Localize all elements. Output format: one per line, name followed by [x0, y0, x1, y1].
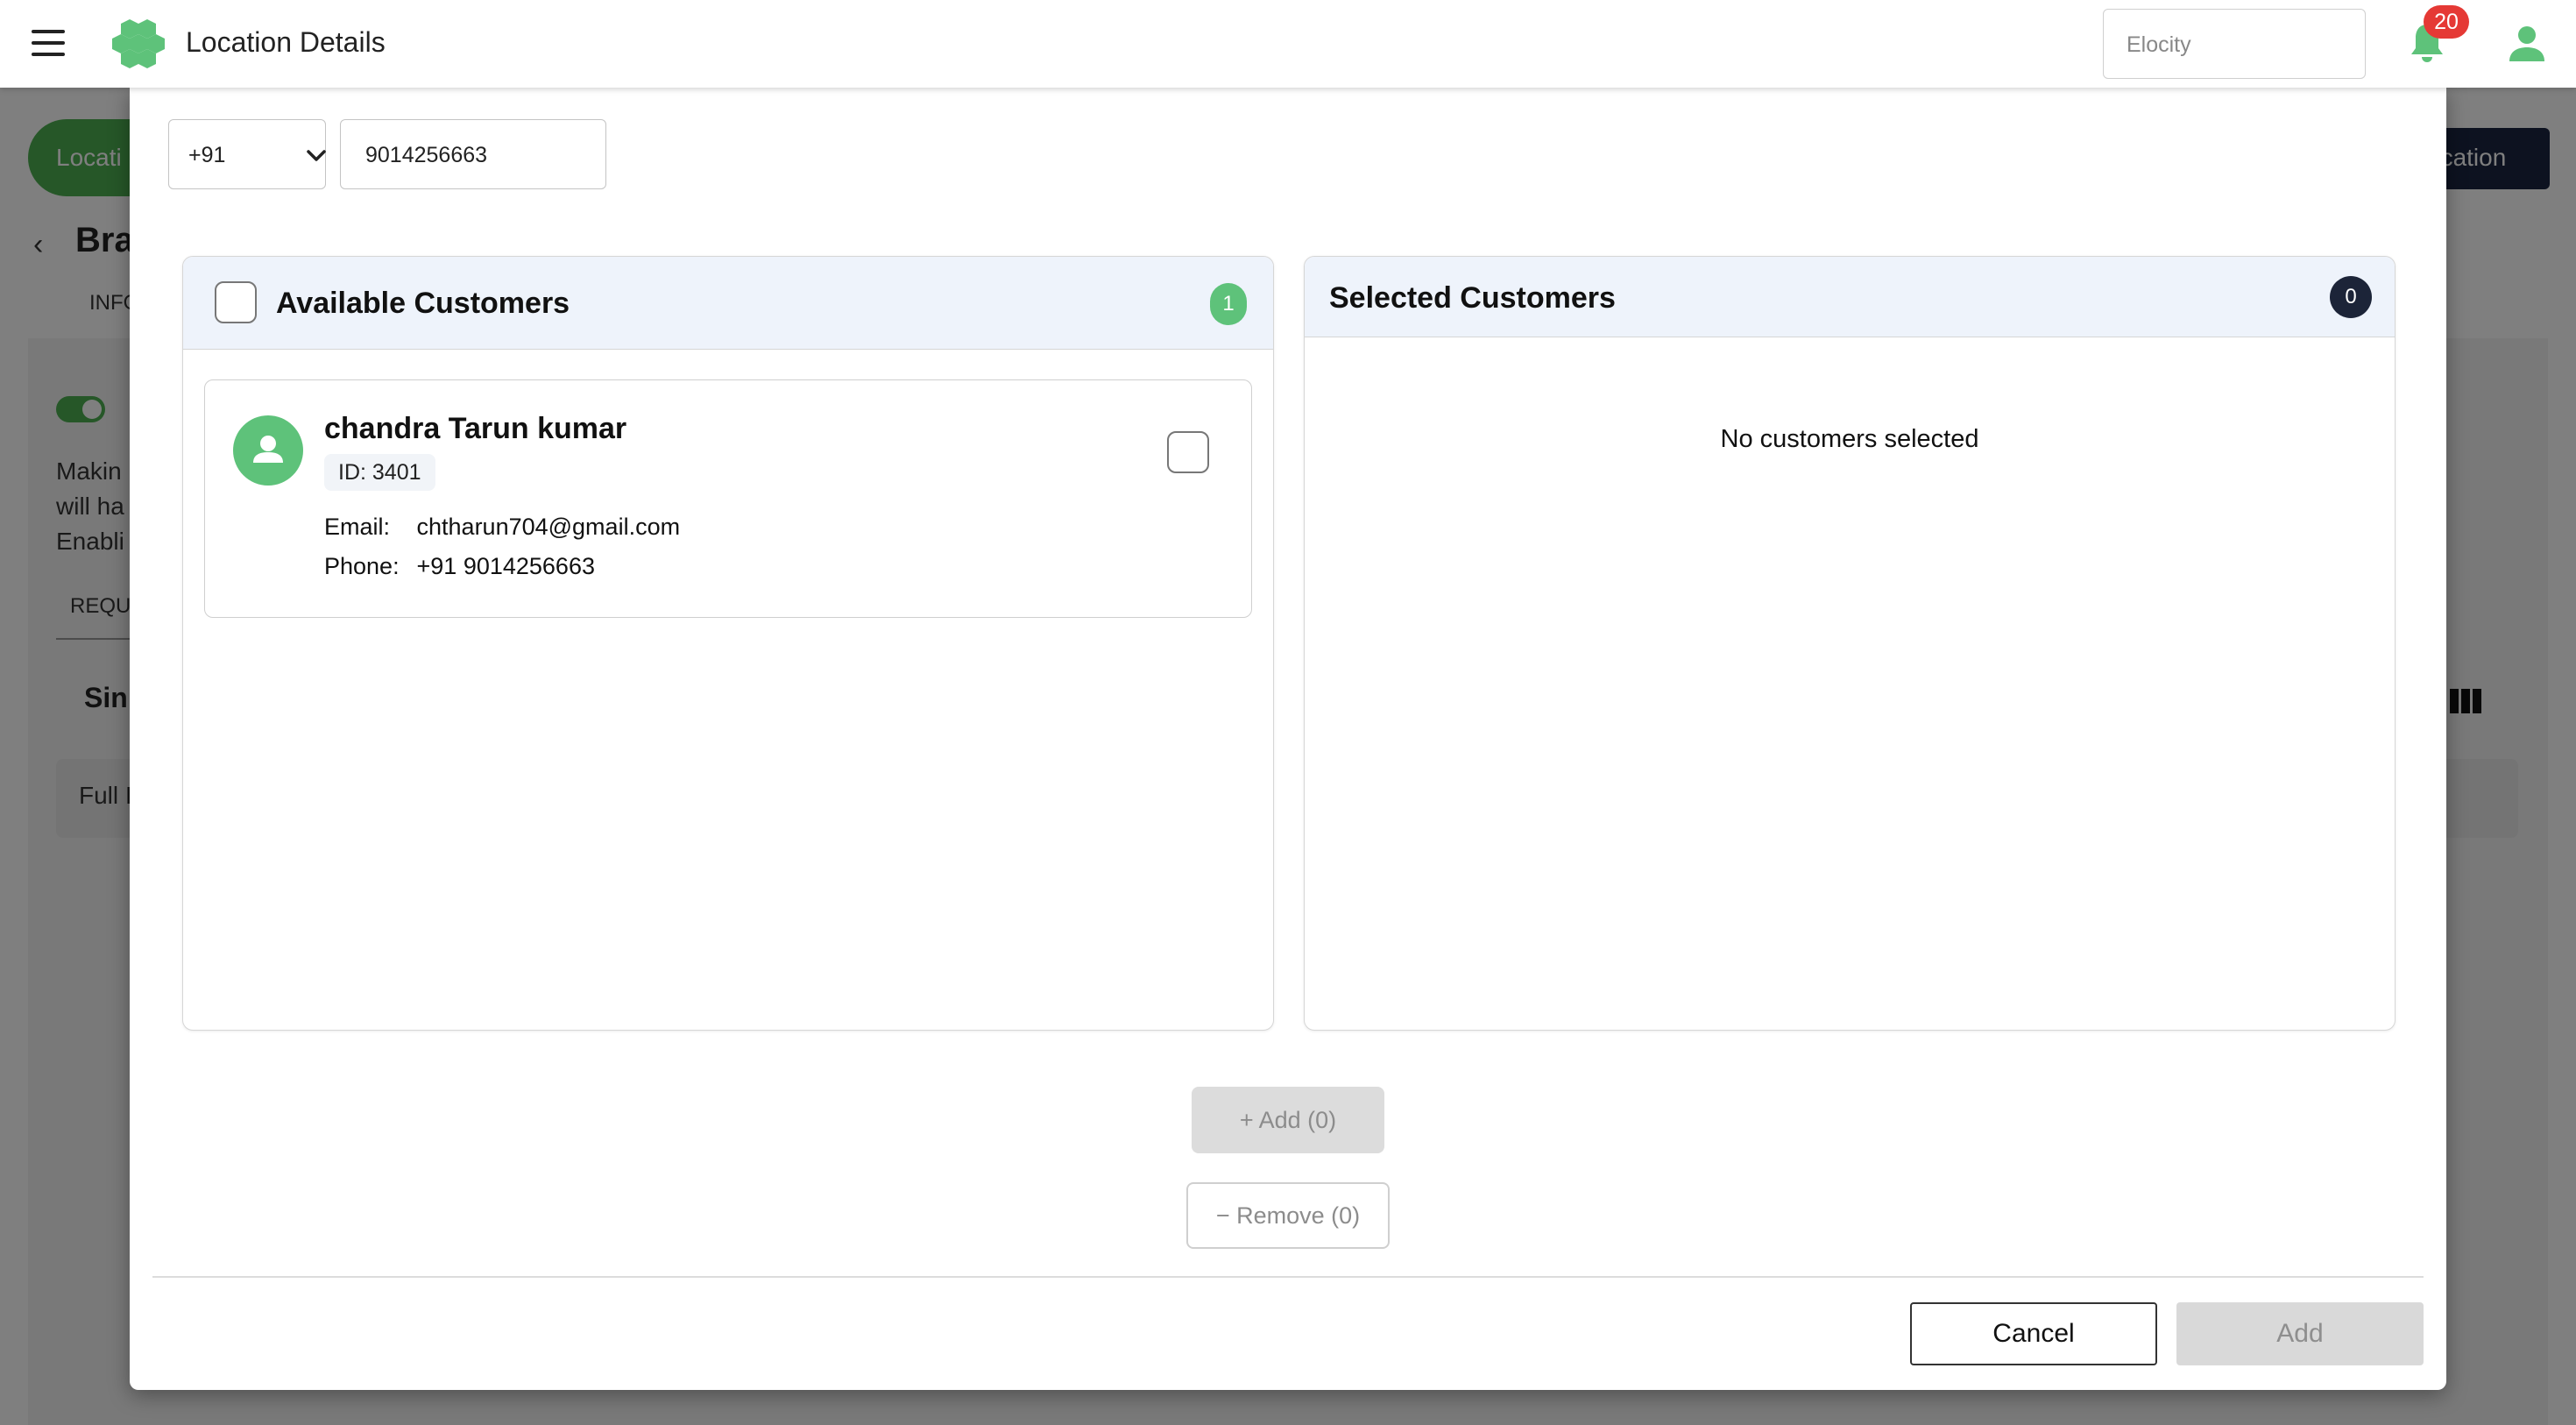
organization-select[interactable]: Elocity	[2103, 9, 2366, 79]
selected-count-badge: 0	[2330, 276, 2372, 318]
person-icon	[253, 436, 283, 463]
selected-customers-header: Selected Customers 0	[1305, 257, 2395, 337]
available-customers-header: Available Customers 1	[183, 257, 1273, 350]
country-code-select[interactable]: +91	[168, 119, 326, 189]
empty-selection-message: No customers selected	[1720, 425, 1979, 453]
available-customers-panel: Available Customers 1 chandra Tarun kuma…	[182, 256, 1274, 1031]
menu-icon[interactable]	[32, 30, 65, 56]
page-title: Location Details	[186, 26, 386, 58]
country-code-value: +91	[188, 143, 226, 167]
customer-name: chandra Tarun kumar	[324, 412, 627, 445]
add-selected-button[interactable]: + Add (0)	[1192, 1087, 1384, 1153]
available-count-badge: 1	[1210, 283, 1247, 325]
add-button[interactable]: Add	[2176, 1302, 2424, 1365]
customer-phone-row: Phone: +91 9014256663	[324, 553, 595, 580]
selected-customers-title: Selected Customers	[1329, 281, 1616, 315]
customer-phone: +91 9014256663	[416, 553, 595, 579]
remove-selected-button[interactable]: − Remove (0)	[1186, 1182, 1390, 1249]
email-label: Email:	[324, 514, 391, 540]
avatar	[233, 415, 303, 486]
footer-divider	[152, 1276, 2424, 1278]
user-icon[interactable]	[2508, 25, 2546, 63]
customer-id-badge: ID: 3401	[324, 454, 435, 491]
customer-email-row: Email: chtharun704@gmail.com	[324, 514, 680, 541]
notification-badge: 20	[2424, 5, 2469, 39]
customer-email: chtharun704@gmail.com	[416, 514, 681, 540]
logo	[112, 19, 165, 68]
available-customers-title: Available Customers	[276, 287, 570, 320]
cancel-button[interactable]: Cancel	[1910, 1302, 2157, 1365]
customer-checkbox[interactable]	[1167, 431, 1209, 473]
phone-input[interactable]: 9014256663	[340, 119, 606, 189]
chevron-down-icon	[307, 150, 326, 161]
add-customers-modal: +91 9014256663 Available Customers 1 cha…	[130, 88, 2446, 1390]
phone-label: Phone:	[324, 553, 400, 579]
app-bar: Location Details Elocity 20	[0, 0, 2576, 88]
customer-card[interactable]: chandra Tarun kumar ID: 3401 Email: chth…	[204, 379, 1252, 618]
selected-customers-panel: Selected Customers 0 No customers select…	[1304, 256, 2396, 1031]
select-all-checkbox[interactable]	[215, 281, 257, 323]
